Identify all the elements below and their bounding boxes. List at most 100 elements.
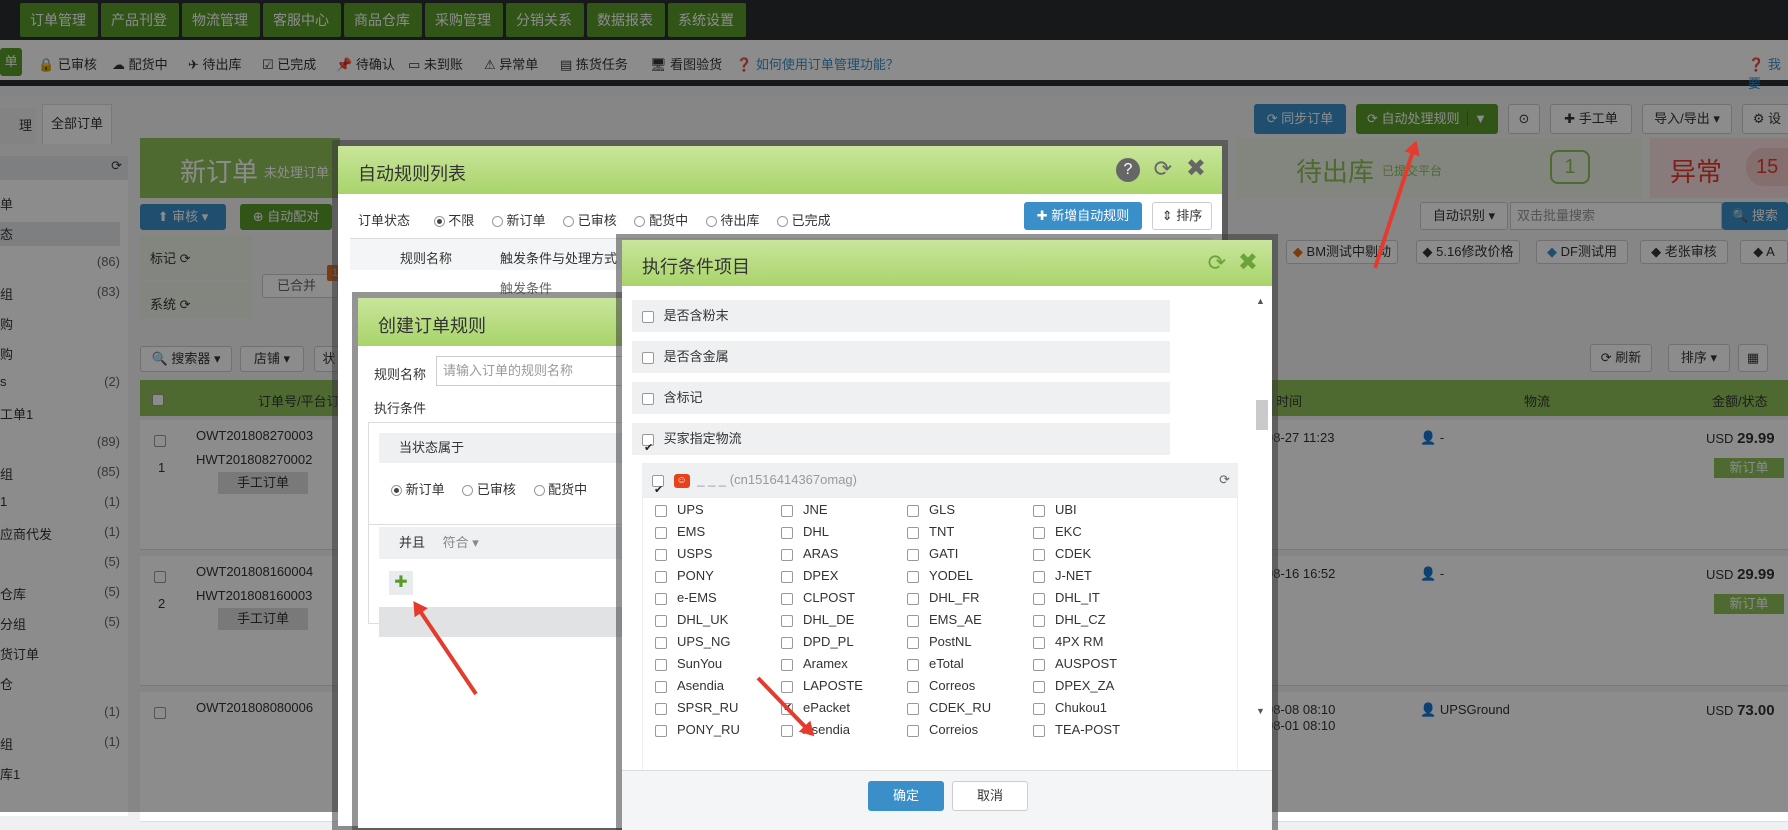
logistics-checkbox[interactable] <box>655 724 667 737</box>
logistics-option[interactable]: DHL_CZ <box>1033 612 1106 627</box>
logistics-option[interactable]: Correos <box>907 678 975 693</box>
logistics-option[interactable]: LAPOSTE <box>781 678 863 693</box>
account-checkbox[interactable] <box>652 473 664 507</box>
logistics-option[interactable]: SPSR_RU <box>655 700 738 715</box>
rule-sort-button[interactable]: ⇕ 排序 <box>1152 202 1212 230</box>
logistics-checkbox[interactable] <box>1033 570 1045 583</box>
logistics-option[interactable]: AUSPOST <box>1033 656 1117 671</box>
logistics-option[interactable]: CDEK <box>1033 546 1091 561</box>
logistics-checkbox[interactable] <box>781 614 793 627</box>
logistics-checkbox[interactable] <box>781 658 793 671</box>
logistics-checkbox[interactable] <box>907 592 919 605</box>
logistics-checkbox[interactable] <box>781 636 793 649</box>
status-audited[interactable]: 已审核 <box>563 213 617 228</box>
logistics-option[interactable]: DHL_UK <box>655 612 728 627</box>
logistics-checkbox[interactable] <box>1033 526 1045 539</box>
logistics-option[interactable]: UBI <box>1033 502 1077 517</box>
logistics-checkbox[interactable] <box>1033 702 1045 715</box>
add-auto-rule-button[interactable]: ✚ 新增自动规则 <box>1024 202 1142 230</box>
logistics-option[interactable]: DHL_IT <box>1033 590 1100 605</box>
logistics-option[interactable]: Asendia <box>655 678 724 693</box>
logistics-checkbox[interactable] <box>1033 680 1045 693</box>
logistics-checkbox[interactable] <box>655 548 667 561</box>
state-new[interactable]: 新订单 <box>391 482 445 497</box>
close-icon[interactable]: ✖ <box>1238 248 1258 277</box>
logistics-checkbox[interactable] <box>907 614 919 627</box>
condition-marked[interactable]: 含标记 <box>632 382 1170 414</box>
logistics-checkbox[interactable] <box>655 592 667 605</box>
logistics-option[interactable]: PostNL <box>907 634 972 649</box>
logistics-option[interactable]: Correios <box>907 722 978 737</box>
logistics-option[interactable]: Chukou1 <box>1033 700 1107 715</box>
logistics-option[interactable]: DHL_FR <box>907 590 980 605</box>
logistics-checkbox[interactable] <box>907 636 919 649</box>
refresh-icon[interactable]: ⟳ <box>1154 156 1172 182</box>
logistics-option[interactable]: UPS_NG <box>655 634 730 649</box>
refresh-icon[interactable]: ⟳ <box>1208 250 1226 276</box>
logistics-checkbox[interactable] <box>781 548 793 561</box>
logistics-option[interactable]: DPEX <box>781 568 838 583</box>
logistics-checkbox[interactable] <box>781 724 793 737</box>
add-condition-button[interactable]: ✚ <box>389 571 413 595</box>
logistics-option[interactable]: e-EMS <box>655 590 717 605</box>
logistics-checkbox[interactable] <box>907 702 919 715</box>
logistics-option[interactable]: GATI <box>907 546 958 561</box>
logistics-checkbox[interactable] <box>1033 636 1045 649</box>
logistics-option[interactable]: ARAS <box>781 546 838 561</box>
logistics-checkbox[interactable] <box>907 658 919 671</box>
logistics-option[interactable]: DHL <box>781 524 829 539</box>
logistics-option[interactable]: DPEX_ZA <box>1033 678 1114 693</box>
logistics-checkbox[interactable] <box>907 504 919 517</box>
logistics-option[interactable]: SunYou <box>655 656 722 671</box>
logistics-checkbox[interactable] <box>1033 614 1045 627</box>
logistics-option[interactable]: J-NET <box>1033 568 1092 583</box>
logistics-option[interactable]: UPS <box>655 502 704 517</box>
account-refresh-icon[interactable]: ⟳ <box>1219 463 1230 497</box>
logistics-checkbox[interactable] <box>1033 724 1045 737</box>
logistics-option[interactable]: TEA-POST <box>1033 722 1120 737</box>
condition-buyer-logistics[interactable]: 买家指定物流 <box>632 423 1170 464</box>
cancel-button[interactable]: 取消 <box>952 781 1028 811</box>
status-to-ship[interactable]: 待出库 <box>705 213 759 228</box>
logistics-option[interactable]: DPD_PL <box>781 634 854 649</box>
help-icon[interactable]: ? <box>1116 158 1140 182</box>
logistics-checkbox[interactable] <box>907 570 919 583</box>
logistics-checkbox[interactable] <box>655 680 667 693</box>
logistics-checkbox[interactable] <box>907 680 919 693</box>
match-dropdown[interactable]: 符合 ▾ <box>443 535 479 550</box>
state-picking[interactable]: 配货中 <box>533 482 587 497</box>
logistics-checkbox[interactable] <box>781 680 793 693</box>
logistics-checkbox[interactable] <box>781 570 793 583</box>
scrollbar-thumb[interactable] <box>1256 400 1268 430</box>
status-done[interactable]: 已完成 <box>776 213 831 228</box>
status-picking[interactable]: 配货中 <box>634 213 688 228</box>
logistics-option[interactable]: YODEL <box>907 568 973 583</box>
logistics-checkbox[interactable] <box>655 702 667 715</box>
logistics-checkbox[interactable] <box>781 504 793 517</box>
logistics-option[interactable]: CDEK_RU <box>907 700 991 715</box>
state-audited[interactable]: 已审核 <box>462 482 516 497</box>
status-new[interactable]: 新订单 <box>491 213 546 228</box>
logistics-checkbox[interactable] <box>907 526 919 539</box>
logistics-checkbox[interactable] <box>655 658 667 671</box>
logistics-checkbox[interactable] <box>907 724 919 737</box>
logistics-option[interactable]: PONY_RU <box>655 722 740 737</box>
logistics-option[interactable]: eTotal <box>907 656 964 671</box>
logistics-option[interactable]: JNE <box>781 502 828 517</box>
condition-metal[interactable]: 是否含金属 <box>632 341 1170 373</box>
status-any[interactable]: 不限 <box>433 213 474 228</box>
logistics-checkbox[interactable] <box>655 636 667 649</box>
logistics-checkbox[interactable] <box>1033 504 1045 517</box>
logistics-checkbox[interactable] <box>655 526 667 539</box>
logistics-option[interactable]: PONY <box>655 568 714 583</box>
logistics-checkbox[interactable] <box>655 570 667 583</box>
logistics-option[interactable]: 4PX RM <box>1033 634 1103 649</box>
logistics-option[interactable]: DHL_DE <box>781 612 854 627</box>
logistics-checkbox[interactable] <box>1033 592 1045 605</box>
logistics-checkbox[interactable] <box>1033 548 1045 561</box>
logistics-option[interactable]: EMS <box>655 524 705 539</box>
logistics-option[interactable]: EKC <box>1033 524 1082 539</box>
close-icon[interactable]: ✖ <box>1186 154 1206 183</box>
logistics-option[interactable]: GLS <box>907 502 955 517</box>
logistics-option[interactable]: TNT <box>907 524 954 539</box>
